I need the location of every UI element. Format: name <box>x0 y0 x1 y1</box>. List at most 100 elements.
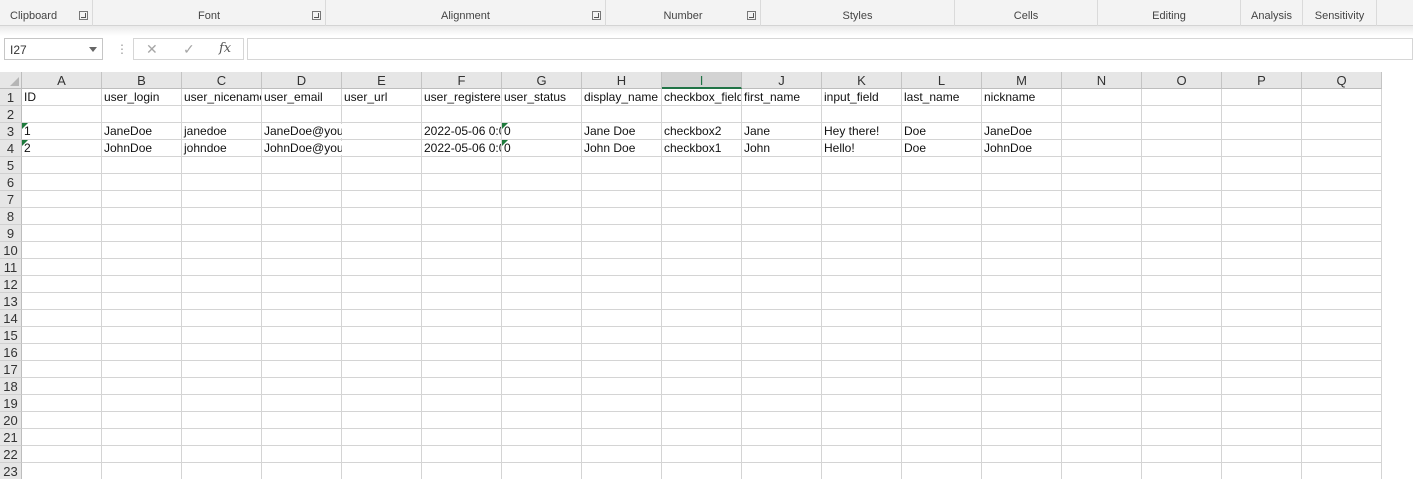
cell-i19[interactable] <box>662 395 742 412</box>
column-header-e[interactable]: E <box>342 72 422 89</box>
cell-e19[interactable] <box>342 395 422 412</box>
cell-i2[interactable] <box>662 106 742 123</box>
cell-h21[interactable] <box>582 429 662 446</box>
cell-g20[interactable] <box>502 412 582 429</box>
cell-d22[interactable] <box>262 446 342 463</box>
cell-d17[interactable] <box>262 361 342 378</box>
cell-n23[interactable] <box>1062 463 1142 479</box>
cell-l23[interactable] <box>902 463 982 479</box>
cell-n2[interactable] <box>1062 106 1142 123</box>
cell-e13[interactable] <box>342 293 422 310</box>
cell-c20[interactable] <box>182 412 262 429</box>
cell-c7[interactable] <box>182 191 262 208</box>
cell-g7[interactable] <box>502 191 582 208</box>
cell-i6[interactable] <box>662 174 742 191</box>
cell-j16[interactable] <box>742 344 822 361</box>
column-header-k[interactable]: K <box>822 72 902 89</box>
cell-p23[interactable] <box>1222 463 1302 479</box>
cell-i4[interactable]: checkbox1 <box>662 140 742 157</box>
cell-o10[interactable] <box>1142 242 1222 259</box>
cell-n12[interactable] <box>1062 276 1142 293</box>
cell-q8[interactable] <box>1302 208 1382 225</box>
cell-h18[interactable] <box>582 378 662 395</box>
cell-g21[interactable] <box>502 429 582 446</box>
cell-i11[interactable] <box>662 259 742 276</box>
row-header-2[interactable]: 2 <box>0 106 22 123</box>
cell-b19[interactable] <box>102 395 182 412</box>
cell-o23[interactable] <box>1142 463 1222 479</box>
cell-d13[interactable] <box>262 293 342 310</box>
row-header-15[interactable]: 15 <box>0 327 22 344</box>
cell-p21[interactable] <box>1222 429 1302 446</box>
cell-c9[interactable] <box>182 225 262 242</box>
row-header-10[interactable]: 10 <box>0 242 22 259</box>
cell-n4[interactable] <box>1062 140 1142 157</box>
cell-k20[interactable] <box>822 412 902 429</box>
cell-n19[interactable] <box>1062 395 1142 412</box>
cell-k13[interactable] <box>822 293 902 310</box>
cell-g6[interactable] <box>502 174 582 191</box>
cell-p3[interactable] <box>1222 123 1302 140</box>
row-header-4[interactable]: 4 <box>0 140 22 157</box>
cell-n21[interactable] <box>1062 429 1142 446</box>
cell-b6[interactable] <box>102 174 182 191</box>
cell-k12[interactable] <box>822 276 902 293</box>
cell-f19[interactable] <box>422 395 502 412</box>
cell-l5[interactable] <box>902 157 982 174</box>
cell-p19[interactable] <box>1222 395 1302 412</box>
cell-n11[interactable] <box>1062 259 1142 276</box>
cell-l3[interactable]: Doe <box>902 123 982 140</box>
cell-g10[interactable] <box>502 242 582 259</box>
cell-m20[interactable] <box>982 412 1062 429</box>
cell-m18[interactable] <box>982 378 1062 395</box>
cell-q17[interactable] <box>1302 361 1382 378</box>
cell-n5[interactable] <box>1062 157 1142 174</box>
row-header-3[interactable]: 3 <box>0 123 22 140</box>
cell-d16[interactable] <box>262 344 342 361</box>
column-header-f[interactable]: F <box>422 72 502 89</box>
cell-f16[interactable] <box>422 344 502 361</box>
cell-j17[interactable] <box>742 361 822 378</box>
cell-q16[interactable] <box>1302 344 1382 361</box>
cell-i7[interactable] <box>662 191 742 208</box>
cell-i17[interactable] <box>662 361 742 378</box>
cell-o11[interactable] <box>1142 259 1222 276</box>
row-header-17[interactable]: 17 <box>0 361 22 378</box>
cell-b5[interactable] <box>102 157 182 174</box>
cell-l17[interactable] <box>902 361 982 378</box>
cell-p2[interactable] <box>1222 106 1302 123</box>
cell-p6[interactable] <box>1222 174 1302 191</box>
cell-k10[interactable] <box>822 242 902 259</box>
cell-j6[interactable] <box>742 174 822 191</box>
cell-h1[interactable]: display_name <box>582 89 662 106</box>
cell-o4[interactable] <box>1142 140 1222 157</box>
cell-p5[interactable] <box>1222 157 1302 174</box>
cell-l12[interactable] <box>902 276 982 293</box>
cell-d10[interactable] <box>262 242 342 259</box>
cell-b8[interactable] <box>102 208 182 225</box>
cell-o9[interactable] <box>1142 225 1222 242</box>
cell-k9[interactable] <box>822 225 902 242</box>
cell-a17[interactable] <box>22 361 102 378</box>
cell-m13[interactable] <box>982 293 1062 310</box>
cell-a9[interactable] <box>22 225 102 242</box>
cell-p11[interactable] <box>1222 259 1302 276</box>
cell-a22[interactable] <box>22 446 102 463</box>
cell-n6[interactable] <box>1062 174 1142 191</box>
cell-e17[interactable] <box>342 361 422 378</box>
cell-j18[interactable] <box>742 378 822 395</box>
cell-f15[interactable] <box>422 327 502 344</box>
cell-d9[interactable] <box>262 225 342 242</box>
column-header-i[interactable]: I <box>662 72 742 89</box>
cell-b16[interactable] <box>102 344 182 361</box>
row-header-5[interactable]: 5 <box>0 157 22 174</box>
cell-g2[interactable] <box>502 106 582 123</box>
column-header-h[interactable]: H <box>582 72 662 89</box>
cell-p7[interactable] <box>1222 191 1302 208</box>
cell-n22[interactable] <box>1062 446 1142 463</box>
cell-c19[interactable] <box>182 395 262 412</box>
cell-l21[interactable] <box>902 429 982 446</box>
cell-f22[interactable] <box>422 446 502 463</box>
cell-n8[interactable] <box>1062 208 1142 225</box>
cell-q2[interactable] <box>1302 106 1382 123</box>
